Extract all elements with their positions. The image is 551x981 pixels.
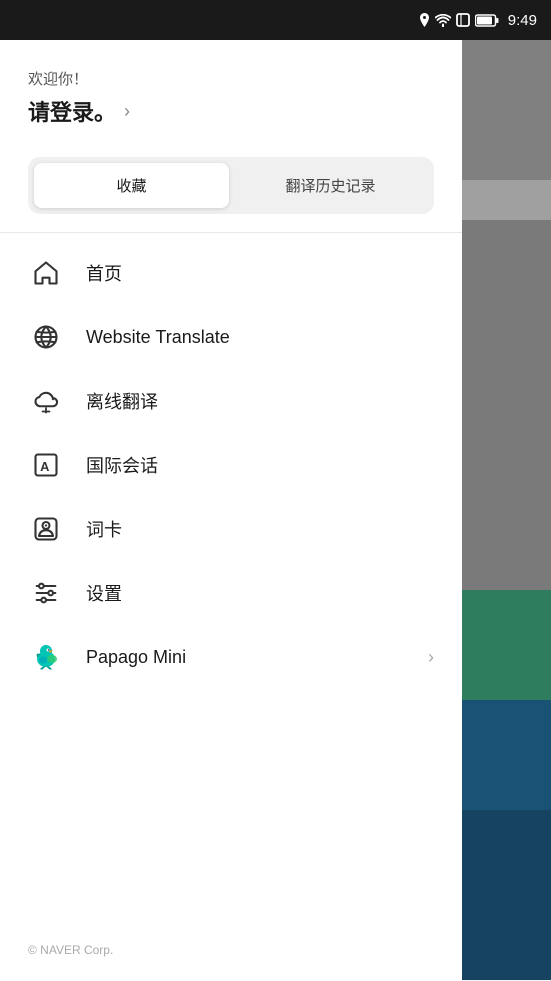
signal-icon bbox=[456, 13, 470, 27]
header: 欢迎你！ 请登录。 › bbox=[0, 40, 462, 147]
battery-icon bbox=[475, 14, 499, 27]
menu-label-home: 首页 bbox=[86, 260, 434, 286]
right-blue bbox=[462, 810, 551, 980]
menu-item-wordcard[interactable]: 词卡 bbox=[14, 497, 448, 561]
menu-label-international-talk: 国际会话 bbox=[86, 452, 434, 478]
tab-container: 收藏 翻译历史记录 bbox=[28, 157, 434, 214]
login-text: 请登录。 bbox=[28, 95, 116, 127]
drawer: 欢迎你！ 请登录。 › 收藏 翻译历史记录 首页 bbox=[0, 40, 462, 981]
cloud-icon bbox=[28, 383, 64, 419]
menu-label-website-translate: Website Translate bbox=[86, 327, 434, 348]
menu-item-home[interactable]: 首页 bbox=[14, 241, 448, 305]
papago-icon bbox=[28, 639, 64, 675]
status-icons: 9:49 bbox=[419, 12, 537, 29]
right-green bbox=[462, 590, 551, 700]
menu-item-website-translate[interactable]: Website Translate bbox=[14, 305, 448, 369]
tab-history[interactable]: 翻译历史记录 bbox=[233, 163, 428, 208]
right-mid-light bbox=[462, 180, 551, 220]
svg-text:A: A bbox=[40, 459, 49, 474]
right-teal bbox=[462, 700, 551, 810]
tab-favorites[interactable]: 收藏 bbox=[34, 163, 229, 208]
footer: © NAVER Corp. bbox=[28, 943, 113, 957]
menu-item-offline-translate[interactable]: 离线翻译 bbox=[14, 369, 448, 433]
settings-icon bbox=[28, 575, 64, 611]
papago-mini-arrow-icon: › bbox=[428, 647, 434, 668]
wifi-icon bbox=[435, 14, 451, 27]
login-chevron-icon: › bbox=[124, 101, 130, 122]
menu-label-offline-translate: 离线翻译 bbox=[86, 388, 434, 414]
right-top-gray bbox=[462, 40, 551, 180]
menu-item-international-talk[interactable]: A 国际会话 bbox=[14, 433, 448, 497]
globe-icon bbox=[28, 319, 64, 355]
divider bbox=[0, 232, 462, 233]
status-time: 9:49 bbox=[508, 12, 537, 29]
menu-label-settings: 设置 bbox=[86, 580, 434, 606]
home-icon bbox=[28, 255, 64, 291]
copyright-text: © NAVER Corp. bbox=[28, 943, 113, 957]
menu-item-papago-mini[interactable]: Papago Mini › bbox=[14, 625, 448, 689]
location-icon bbox=[419, 13, 430, 27]
menu-list: 首页 Website Translate bbox=[0, 241, 462, 689]
welcome-text: 欢迎你！ bbox=[28, 68, 434, 89]
menu-item-settings[interactable]: 设置 bbox=[14, 561, 448, 625]
status-bar: 9:49 bbox=[0, 0, 551, 40]
right-panel bbox=[462, 40, 551, 981]
card-icon bbox=[28, 511, 64, 547]
font-icon: A bbox=[28, 447, 64, 483]
menu-label-papago-mini: Papago Mini bbox=[86, 647, 406, 668]
menu-label-wordcard: 词卡 bbox=[86, 516, 434, 542]
login-row[interactable]: 请登录。 › bbox=[28, 95, 434, 127]
right-mid-gray bbox=[462, 220, 551, 590]
